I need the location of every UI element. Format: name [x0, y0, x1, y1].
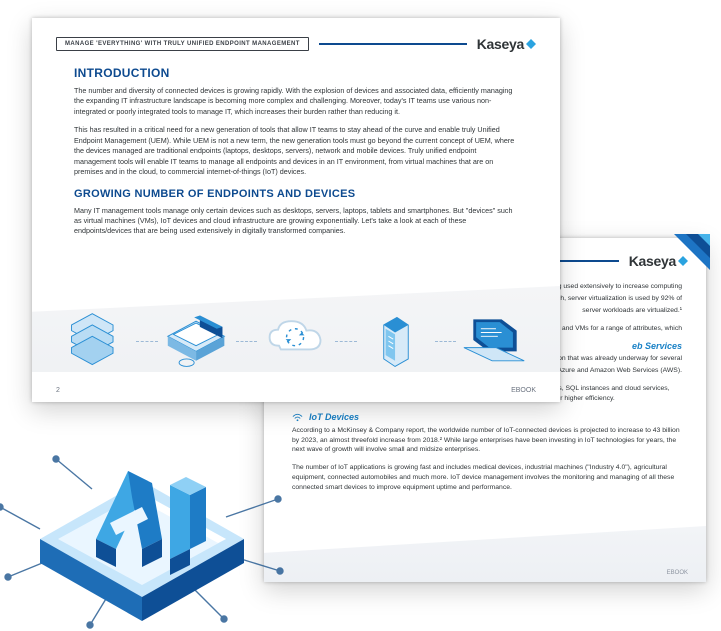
footer-label: EBOOK: [667, 570, 688, 576]
connector-line: [136, 341, 158, 342]
growing-p1: Many IT management tools manage only cer…: [74, 206, 518, 237]
page1-body: INTRODUCTION The number and diversity of…: [74, 66, 518, 245]
connector-line: [435, 341, 457, 342]
brand-logo: Kaseya: [477, 36, 536, 52]
brand-accent-icon: [526, 39, 536, 49]
wifi-icon: [292, 412, 303, 423]
ebook-page-2: MANAGE 'EVERYTHING' WITH TRULY UNIFIED E…: [32, 18, 560, 402]
footer-label: EBOOK: [511, 387, 536, 394]
intro-p1: The number and diversity of connected de…: [74, 86, 518, 117]
brand-logo: Kaseya: [629, 253, 688, 269]
intro-heading: INTRODUCTION: [74, 66, 518, 80]
cloud-sync-icon: [263, 308, 329, 374]
connector-line: [335, 341, 357, 342]
brand-accent-icon: [678, 256, 688, 266]
intro-p2: This has resulted in a critical need for…: [74, 125, 518, 177]
growing-heading: GROWING NUMBER OF ENDPOINTS AND DEVICES: [74, 188, 518, 200]
desktop-icon: [164, 308, 230, 374]
page1-footer: 2 EBOOK: [56, 387, 536, 394]
page1-header: MANAGE 'EVERYTHING' WITH TRULY UNIFIED E…: [56, 34, 536, 54]
section-iot: IoT Devices According to a McKinsey & Co…: [292, 412, 682, 493]
smartphone-icon: [363, 308, 429, 374]
device-illustration-row: [64, 302, 528, 380]
brand-name: Kaseya: [477, 36, 524, 52]
page2-footer: EBOOK: [282, 570, 688, 576]
brand-name: Kaseya: [629, 253, 676, 269]
server-icon: [64, 308, 130, 374]
iot-p1: According to a McKinsey & Company report…: [292, 426, 682, 456]
page-number: 2: [56, 387, 60, 394]
header-rule: [319, 43, 467, 45]
connector-line: [236, 341, 258, 342]
laptop-icon: [462, 308, 528, 374]
iot-heading: IoT Devices: [309, 412, 359, 422]
header-tag: MANAGE 'EVERYTHING' WITH TRULY UNIFIED E…: [56, 37, 309, 51]
iot-p2: The number of IoT applications is growin…: [292, 463, 682, 493]
section-heading-fragment: eb Services: [632, 341, 682, 351]
